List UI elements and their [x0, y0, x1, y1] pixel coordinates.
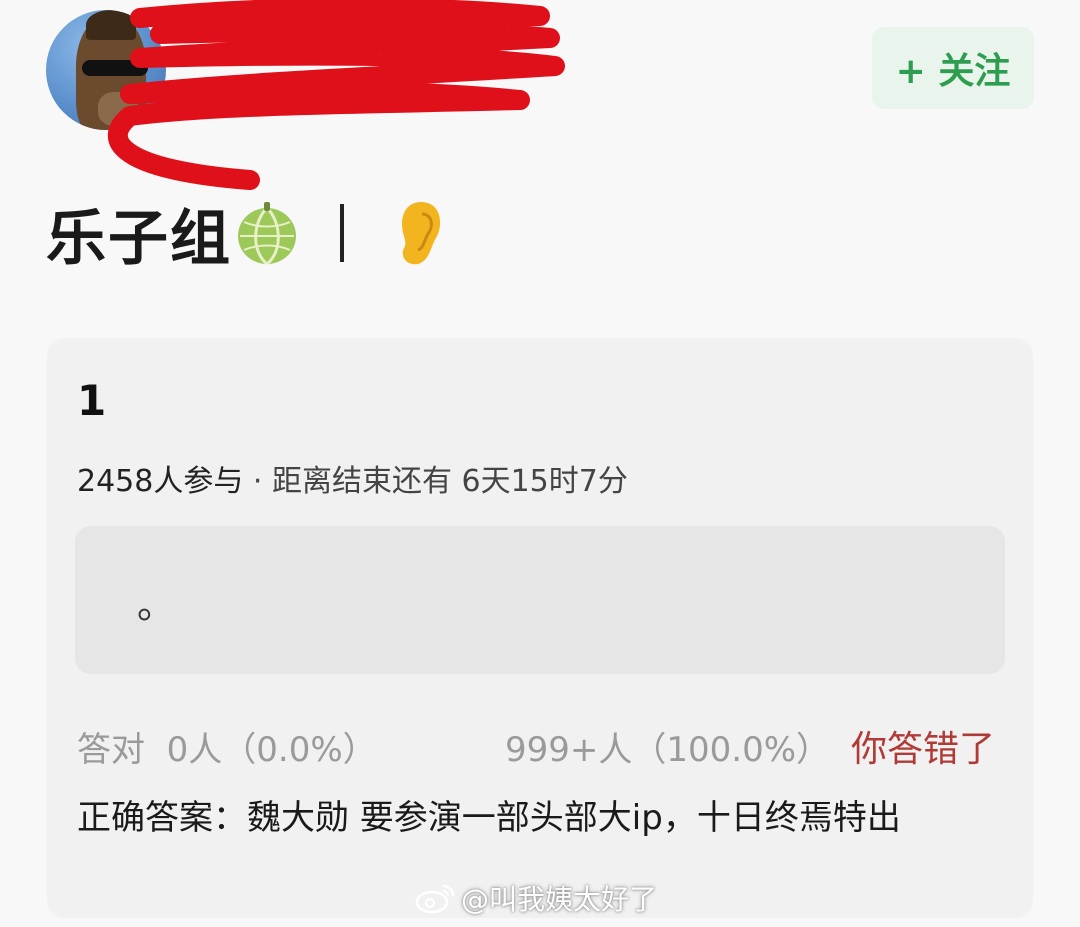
- title-divider: [340, 204, 344, 262]
- weibo-icon: [415, 884, 455, 914]
- watermark-text: @叫我姨太好了: [461, 883, 658, 916]
- option-text: 。: [137, 583, 176, 627]
- group-title-row: 乐子组: [46, 188, 446, 278]
- correct-stats: 答对 0人（0.0%）: [77, 722, 377, 771]
- correct-label: 答对: [77, 730, 145, 770]
- ear-emoji-icon: [402, 202, 441, 265]
- melon-emoji-icon: [238, 202, 296, 266]
- time-remaining: 距离结束还有 6天15时7分: [271, 464, 628, 499]
- redaction-scribble: [107, 0, 565, 190]
- follow-button[interactable]: + 关注: [872, 27, 1034, 109]
- quiz-card: 1 2458人参与 · 距离结束还有 6天15时7分 。 答对 0人（0.0%）…: [47, 338, 1033, 918]
- result-badge: 你答错了: [851, 729, 996, 770]
- quiz-meta: 2458人参与 · 距离结束还有 6天15时7分: [77, 456, 628, 500]
- correct-count: 0人（0.0%）: [166, 730, 377, 770]
- quiz-title: 1: [77, 376, 107, 425]
- correct-answer: 正确答案：魏大勋 要参演一部头部大ip，十日终焉特出: [77, 798, 901, 838]
- wrong-stats: 999+人（100.0%）: [505, 730, 831, 770]
- meta-separator: ·: [243, 464, 272, 499]
- group-name: 乐子组: [46, 203, 232, 274]
- participants-count: 2458人参与: [77, 464, 244, 499]
- quiz-option[interactable]: 。: [75, 526, 1005, 674]
- watermark: @叫我姨太好了: [415, 878, 657, 918]
